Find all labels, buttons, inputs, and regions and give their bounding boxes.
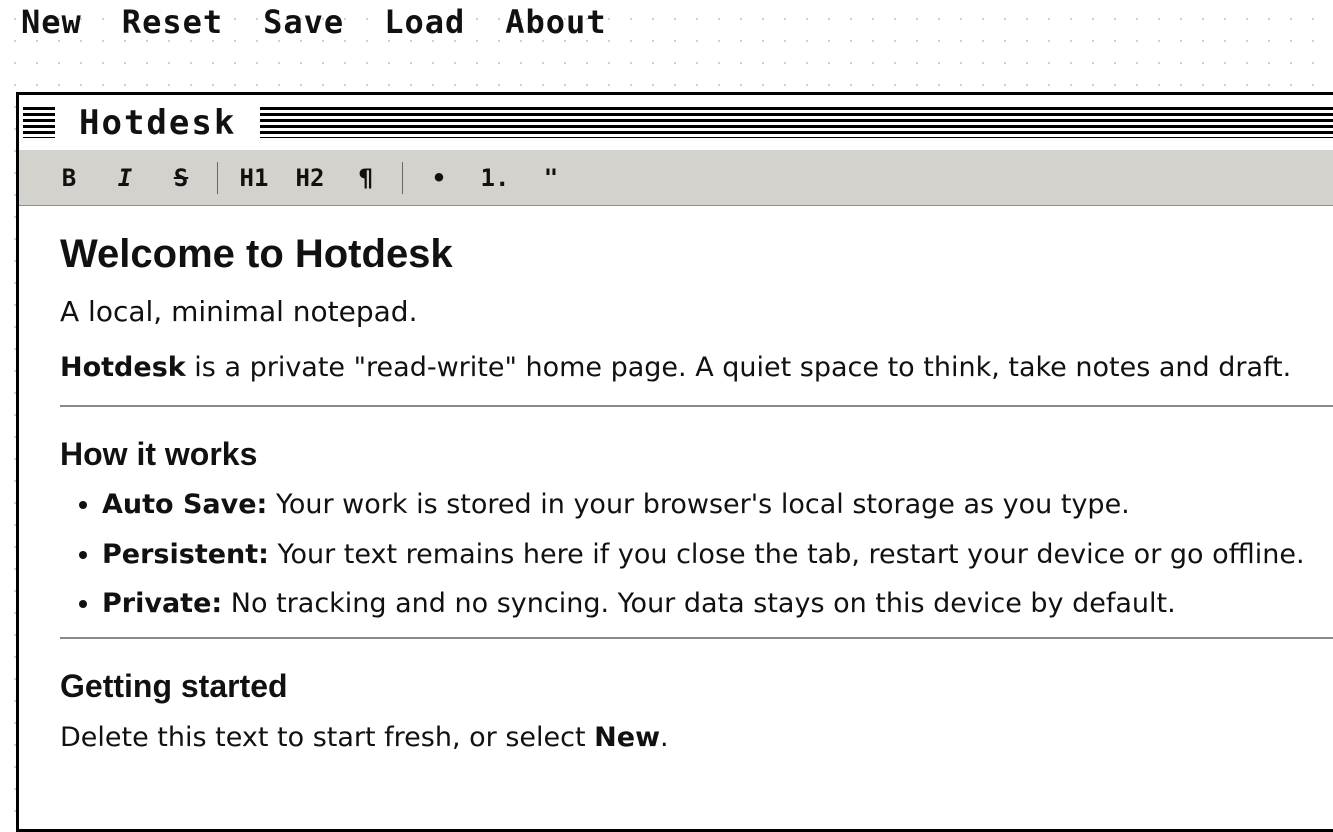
- list-item: Auto Save: Your work is stored in your b…: [102, 488, 1333, 522]
- getting-started-end: .: [660, 721, 669, 753]
- list-item-label: Persistent:: [102, 538, 269, 570]
- list-item: Persistent: Your text remains here if yo…: [102, 538, 1333, 572]
- heading2-button[interactable]: H2: [282, 150, 338, 206]
- section-heading-how-it-works: How it works: [60, 436, 258, 473]
- menu-about[interactable]: About: [505, 0, 606, 44]
- menu-load[interactable]: Load: [384, 0, 465, 44]
- window-titlebar[interactable]: Hotdesk: [19, 95, 1333, 150]
- features-list: Auto Save: Your work is stored in your b…: [60, 488, 1333, 621]
- ordered-list-button[interactable]: 1.: [467, 150, 523, 206]
- titlebar-stripes-decoration: [260, 107, 1333, 138]
- menu-new[interactable]: New: [21, 0, 82, 44]
- bold-button[interactable]: B: [41, 150, 97, 206]
- section-divider: [60, 637, 1333, 640]
- document-heading: Welcome to Hotdesk: [60, 232, 453, 276]
- editor-window: Hotdesk B I S H1 H2 ¶ • 1. " Welcome to …: [16, 92, 1333, 832]
- list-item-label: Auto Save:: [102, 488, 268, 520]
- menu-reset[interactable]: Reset: [122, 0, 223, 44]
- paragraph-button[interactable]: ¶: [338, 150, 394, 206]
- intro-paragraph: Hotdesk is a private "read-write" home p…: [60, 350, 1333, 385]
- heading1-button[interactable]: H1: [226, 150, 282, 206]
- section-divider: [60, 405, 1333, 408]
- getting-started-paragraph: Delete this text to start fresh, or sele…: [60, 720, 1333, 755]
- quote-button[interactable]: ": [523, 150, 579, 206]
- toolbar-divider: [402, 161, 403, 194]
- formatting-toolbar: B I S H1 H2 ¶ • 1. ": [19, 150, 1333, 206]
- window-title: Hotdesk: [55, 102, 261, 143]
- list-item-label: Private:: [102, 588, 223, 620]
- list-item: Private: No tracking and no syncing. You…: [102, 587, 1333, 621]
- section-heading-getting-started: Getting started: [60, 668, 288, 705]
- toolbar-divider: [217, 161, 218, 194]
- strikethrough-button[interactable]: S: [153, 150, 209, 206]
- menu-save[interactable]: Save: [263, 0, 344, 44]
- editor-content[interactable]: Welcome to Hotdesk A local, minimal note…: [19, 206, 1333, 755]
- intro-bold: Hotdesk: [60, 352, 186, 384]
- bullet-list-button[interactable]: •: [411, 150, 467, 206]
- italic-button[interactable]: I: [97, 150, 153, 206]
- list-item-text: No tracking and no syncing. Your data st…: [222, 588, 1176, 620]
- document-subtitle: A local, minimal notepad.: [60, 295, 418, 328]
- list-item-text: Your text remains here if you close the …: [268, 538, 1305, 570]
- getting-started-text: Delete this text to start fresh, or sele…: [60, 721, 595, 753]
- hamburger-stripes-icon[interactable]: [23, 107, 55, 138]
- menu-bar: New Reset Save Load About: [0, 0, 647, 48]
- list-item-text: Your work is stored in your browser's lo…: [267, 488, 1130, 520]
- getting-started-bold: New: [594, 721, 661, 753]
- intro-text: is a private "read-write" home page. A q…: [185, 352, 1292, 384]
